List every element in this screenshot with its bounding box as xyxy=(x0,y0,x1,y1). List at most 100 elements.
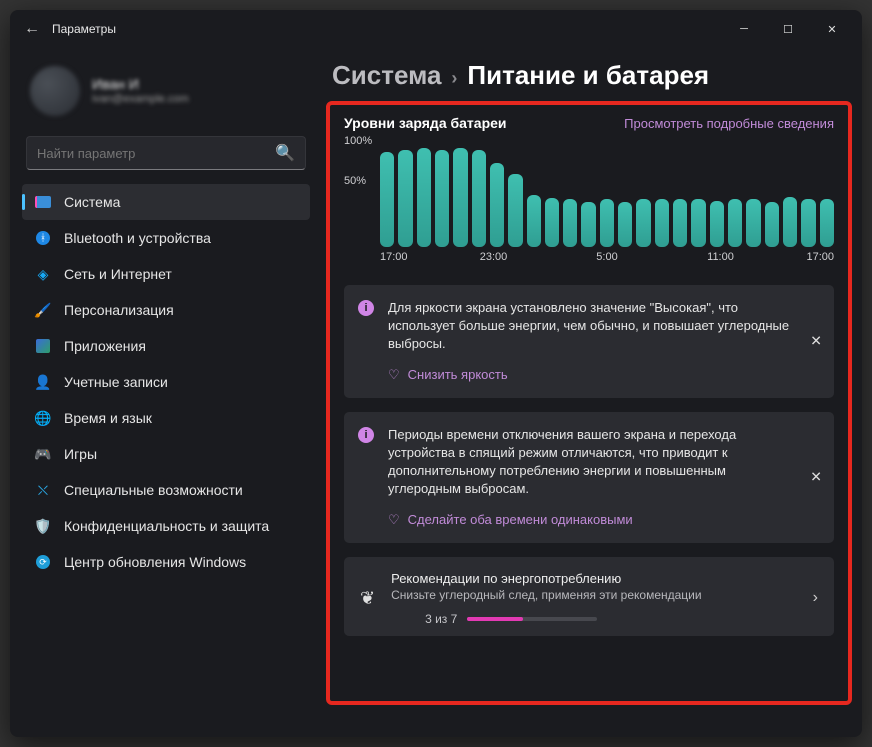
view-details-link[interactable]: Просмотреть подробные сведения xyxy=(624,116,834,131)
chart-bars xyxy=(380,139,834,247)
chart-bar xyxy=(417,148,431,247)
chevron-right-icon: › xyxy=(813,589,818,607)
chart-bar xyxy=(820,199,834,247)
battery-chart: 100% 50% 17:00 23:00 5:00 11:00 17:00 xyxy=(344,139,834,271)
chart-bar xyxy=(435,150,449,247)
sidebar-item-label: Центр обновления Windows xyxy=(64,554,246,570)
sidebar-item-label: Сеть и Интернет xyxy=(64,266,172,282)
chart-bar xyxy=(490,163,504,247)
info-icon: i xyxy=(358,427,374,443)
sidebar-item-label: Персонализация xyxy=(64,302,174,318)
chart-bar xyxy=(801,199,815,247)
chart-bar xyxy=(398,150,412,247)
tip-action-lower-brightness[interactable]: ♡ Снизить яркость xyxy=(388,366,790,384)
tip-card-sleep-timing: i Периоды времени отключения вашего экра… xyxy=(344,412,834,543)
maximize-button[interactable]: ☐ xyxy=(766,14,810,44)
back-button[interactable]: ← xyxy=(18,20,46,38)
tip-text: Периоды времени отключения вашего экрана… xyxy=(388,426,790,499)
chart-bar xyxy=(746,199,760,247)
sidebar-item-network[interactable]: ◈Сеть и Интернет xyxy=(22,256,310,292)
chart-bar xyxy=(710,201,724,247)
tip-action-label: Снизить яркость xyxy=(408,366,508,384)
x-tick: 17:00 xyxy=(380,251,408,263)
chart-bar xyxy=(380,152,394,247)
main-pane: Система › Питание и батарея Уровни заряд… xyxy=(320,48,862,737)
reco-progress-label: 3 из 7 xyxy=(425,612,457,626)
x-tick: 23:00 xyxy=(480,251,508,263)
sidebar-item-apps[interactable]: Приложения xyxy=(22,328,310,364)
sidebar-item-bluetooth[interactable]: ᚼBluetooth и устройства xyxy=(22,220,310,256)
nav-list: Система ᚼBluetooth и устройства ◈Сеть и … xyxy=(22,184,310,580)
x-tick: 17:00 xyxy=(806,251,834,263)
chart-bar xyxy=(673,199,687,247)
sidebar-item-system[interactable]: Система xyxy=(22,184,310,220)
search-box[interactable]: 🔍 xyxy=(26,136,306,170)
sidebar-item-label: Система xyxy=(64,194,120,210)
chart-bar xyxy=(472,150,486,247)
sidebar-item-label: Приложения xyxy=(64,338,146,354)
sidebar: Иван И ivan@example.com 🔍 Система ᚼBluet… xyxy=(10,48,320,737)
globe-clock-icon: 🌐 xyxy=(34,409,52,427)
accessibility-icon: ⛌ xyxy=(34,481,52,499)
chart-x-axis: 17:00 23:00 5:00 11:00 17:00 xyxy=(380,251,834,271)
energy-recommendations-row[interactable]: ❦ Рекомендации по энергопотреблению Сниз… xyxy=(344,557,834,636)
sidebar-item-accounts[interactable]: 👤 Учетные записи xyxy=(22,364,310,400)
minimize-button[interactable]: ─ xyxy=(722,14,766,44)
search-input[interactable] xyxy=(37,146,275,161)
breadcrumb: Система › Питание и батарея xyxy=(326,52,852,101)
chart-bar xyxy=(618,202,632,247)
reco-progress-fill xyxy=(467,617,523,621)
bluetooth-icon: ᚼ xyxy=(36,231,50,245)
chart-bar xyxy=(545,198,559,247)
sidebar-item-windows-update[interactable]: ⟳ Центр обновления Windows xyxy=(22,544,310,580)
info-icon: i xyxy=(358,300,374,316)
system-icon xyxy=(35,196,51,208)
avatar xyxy=(30,66,80,116)
sidebar-item-accessibility[interactable]: ⛌Специальные возможности xyxy=(22,472,310,508)
chart-bar xyxy=(581,202,595,247)
chart-bar xyxy=(783,197,797,247)
apps-icon xyxy=(36,339,50,353)
x-tick: 11:00 xyxy=(707,251,734,263)
chart-bar xyxy=(765,202,779,247)
chart-bar xyxy=(508,174,522,247)
gamepad-icon: 🎮 xyxy=(34,445,52,463)
profile-email: ivan@example.com xyxy=(92,93,189,106)
sidebar-item-time-language[interactable]: 🌐 Время и язык xyxy=(22,400,310,436)
close-icon[interactable]: ✕ xyxy=(810,333,822,350)
profile-block[interactable]: Иван И ivan@example.com xyxy=(22,56,310,132)
reco-title: Рекомендации по энергопотреблению xyxy=(391,571,797,586)
shield-icon: 🛡️ xyxy=(34,517,52,535)
sidebar-item-gaming[interactable]: 🎮 Игры xyxy=(22,436,310,472)
sidebar-item-label: Время и язык xyxy=(64,410,152,426)
chart-bar xyxy=(527,195,541,247)
profile-name: Иван И xyxy=(92,76,189,93)
chart-bar xyxy=(636,199,650,247)
heart-leaf-icon: ♡ xyxy=(388,366,400,384)
heart-leaf-icon: ♡ xyxy=(388,511,400,529)
x-tick: 5:00 xyxy=(596,251,617,263)
chart-bar xyxy=(600,199,614,247)
settings-window: ← Параметры ─ ☐ ✕ Иван И ivan@example.co… xyxy=(10,10,862,737)
chart-y-axis: 100% 50% xyxy=(344,139,378,247)
chevron-right-icon: › xyxy=(451,68,457,89)
tip-action-equal-times[interactable]: ♡ Сделайте оба времени одинаковыми xyxy=(388,511,790,529)
sidebar-item-personalization[interactable]: 🖌️Персонализация xyxy=(22,292,310,328)
breadcrumb-parent[interactable]: Система xyxy=(332,60,441,91)
close-window-button[interactable]: ✕ xyxy=(810,14,854,44)
y-tick: 100% xyxy=(344,135,372,147)
chart-bar xyxy=(453,148,467,247)
battery-levels-title: Уровни заряда батареи xyxy=(344,115,507,131)
sidebar-item-label: Игры xyxy=(64,446,97,462)
sidebar-item-privacy[interactable]: 🛡️ Конфиденциальность и защита xyxy=(22,508,310,544)
close-icon[interactable]: ✕ xyxy=(810,469,822,486)
chart-bar xyxy=(563,199,577,247)
person-icon: 👤 xyxy=(34,373,52,391)
update-icon: ⟳ xyxy=(36,555,50,569)
page-title: Питание и батарея xyxy=(467,60,709,91)
y-tick: 50% xyxy=(344,175,366,187)
reco-progress-track xyxy=(467,617,597,621)
sidebar-item-label: Конфиденциальность и защита xyxy=(64,518,269,534)
titlebar: ← Параметры ─ ☐ ✕ xyxy=(10,10,862,48)
sidebar-item-label: Учетные записи xyxy=(64,374,168,390)
